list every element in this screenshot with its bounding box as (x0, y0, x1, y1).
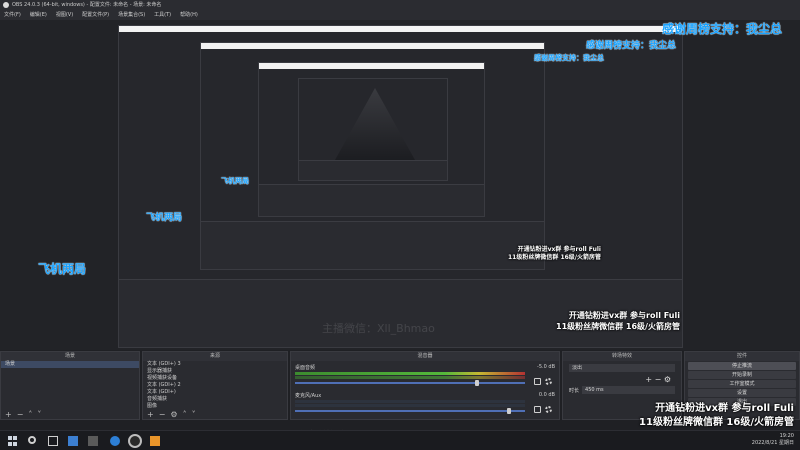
transition-select[interactable]: 淡出 (569, 364, 675, 372)
obs-icon[interactable] (128, 434, 142, 448)
watermark-nested: 主播微信：Xll_Bhmao (322, 322, 435, 335)
menu-help[interactable]: 帮助(H) (180, 10, 198, 20)
scenes-toolbar: + − ˄ ˅ (1, 410, 139, 419)
track-db: -5.0 dB (537, 364, 555, 370)
add-transition-button[interactable]: + (645, 375, 652, 384)
mixer-track-mic: 麦克风/Aux 0.0 dB (295, 392, 555, 416)
source-item[interactable]: 音频捕获 (143, 396, 287, 403)
app-icon[interactable] (150, 436, 160, 446)
studio-mode-button[interactable]: 工作室模式 (688, 380, 796, 388)
settings-button[interactable]: 设置 (688, 389, 796, 397)
clock-date: 2022/8/21 星期日 (751, 440, 794, 446)
source-item[interactable]: 文本 (GDI+) (143, 389, 287, 396)
mixer-title: 混音器 (291, 352, 559, 361)
transitions-title: 转场特效 (563, 352, 681, 361)
menu-view[interactable]: 视图(V) (56, 10, 73, 20)
gear-icon[interactable] (545, 406, 552, 413)
thanks-overlay: 感谢周榜支持：我尘总 (662, 22, 783, 36)
transition-tools: + − ⚙ (563, 375, 681, 384)
duration-input[interactable]: 450 ms (582, 386, 675, 394)
app-icon[interactable] (88, 436, 98, 446)
airplane-overlay-nested: 飞机两局 (146, 213, 183, 223)
promo-overlay-nested-2: 开通钻粉进vx群 参与roll Fuli 11级粉丝牌微信群 16级/火箭房管 (508, 246, 601, 261)
volume-meter (295, 404, 525, 407)
volume-fader[interactable] (295, 410, 525, 412)
source-properties-gear-icon[interactable]: ⚙ (170, 410, 177, 419)
add-scene-button[interactable]: + (5, 410, 12, 419)
remove-source-button[interactable]: − (159, 410, 166, 419)
start-recording-button[interactable]: 开始录制 (688, 371, 796, 379)
move-down-icon[interactable]: ˅ (37, 410, 41, 419)
audio-mixer-dock: 混音器 桌面音频 -5.0 dB 麦克风/Aux 0.0 dB (290, 351, 560, 420)
track-db: 0.0 dB (538, 392, 555, 398)
transition-gear-icon[interactable]: ⚙ (664, 375, 671, 384)
duration-label: 时长 (569, 387, 580, 394)
clock-time: 19:20 (779, 433, 794, 439)
scenes-dock: 场景 场景 + − ˄ ˅ (0, 351, 140, 420)
controls-title: 控件 (685, 352, 799, 361)
source-item[interactable]: 视频捕获设备 (143, 375, 287, 382)
menu-profile[interactable]: 配置文件(P) (82, 10, 109, 20)
volume-meter (295, 372, 525, 375)
source-item[interactable]: 显示器捕获 (143, 368, 287, 375)
thanks-overlay-nested-2: 感谢周榜支持：我尘总 (534, 54, 604, 62)
mixer-track-desktop: 桌面音频 -5.0 dB (295, 364, 555, 388)
app-icon[interactable] (68, 436, 78, 446)
move-down-icon[interactable]: ˅ (192, 410, 196, 419)
menu-bar: 文件(F) 编辑(E) 视图(V) 配置文件(P) 场景集合(S) 工具(T) … (0, 10, 800, 20)
remove-transition-button[interactable]: − (655, 375, 662, 384)
fader-knob[interactable] (507, 408, 511, 414)
title-bar: OBS 24.0.3 (64-bit, windows) - 配置文件: 未命名… (0, 0, 800, 10)
windows-start-icon[interactable] (8, 436, 18, 446)
promo-overlay: 开通钻粉进vx群 参与roll Fuli 11级粉丝牌微信群 16级/火箭房管 (639, 403, 794, 428)
sources-dock: 来源 文本 (GDI+) 3 显示器捕获 视频捕获设备 文本 (GDI+) 2 … (142, 351, 288, 420)
scene-item[interactable]: 场景 (1, 361, 139, 368)
thanks-overlay-nested: 感谢周榜支持：我尘总 (586, 41, 677, 51)
move-up-icon[interactable]: ˄ (183, 410, 187, 419)
window-title: OBS 24.0.3 (64-bit, windows) - 配置文件: 未命名… (12, 2, 162, 8)
menu-scene-collection[interactable]: 场景集合(S) (118, 10, 145, 20)
browser-icon[interactable] (110, 436, 120, 446)
fader-knob[interactable] (475, 380, 479, 386)
track-name: 桌面音频 (295, 365, 316, 371)
obs-window: OBS 24.0.3 (64-bit, windows) - 配置文件: 未命名… (0, 0, 800, 450)
speaker-icon[interactable] (534, 406, 541, 413)
volume-meter (295, 400, 525, 403)
remove-scene-button[interactable]: − (17, 410, 24, 419)
move-up-icon[interactable]: ˄ (28, 410, 32, 419)
system-clock[interactable]: 19:20 2022/8/21 星期日 (752, 433, 794, 447)
speaker-icon[interactable] (534, 378, 541, 385)
stop-streaming-button[interactable]: 停止推流 (688, 362, 796, 370)
scenes-title: 场景 (1, 352, 139, 361)
menu-file[interactable]: 文件(F) (4, 10, 21, 20)
promo-overlay-nested: 开通钻粉进vx群 参与roll Fuli 11级粉丝牌微信群 16级/火箭房管 (556, 311, 680, 331)
airplane-overlay-nested-2: 飞机两局 (221, 177, 249, 185)
menu-tools[interactable]: 工具(T) (154, 10, 171, 20)
task-view-icon[interactable] (48, 436, 58, 446)
add-source-button[interactable]: + (147, 410, 154, 419)
volume-meter (295, 376, 525, 379)
airplane-overlay: 飞机两局 (38, 262, 87, 276)
search-icon[interactable] (28, 436, 36, 444)
sources-title: 来源 (143, 352, 287, 361)
obs-logo-icon (3, 2, 9, 8)
track-name: 麦克风/Aux (295, 393, 322, 399)
source-item[interactable]: 文本 (GDI+) 2 (143, 382, 287, 389)
menu-edit[interactable]: 编辑(E) (30, 10, 47, 20)
volume-fader[interactable] (295, 382, 525, 384)
preview-canvas[interactable]: 感谢周榜支持：我尘总 感谢周榜支持：我尘总 感谢周榜支持：我尘总 飞机两局 飞机… (0, 20, 800, 350)
gear-icon[interactable] (545, 378, 552, 385)
source-item[interactable]: 文本 (GDI+) 3 (143, 361, 287, 368)
source-item[interactable]: 图像 (143, 403, 287, 410)
taskbar: 19:20 2022/8/21 星期日 (0, 430, 800, 450)
sources-toolbar: + − ⚙ ˄ ˅ (143, 410, 287, 419)
